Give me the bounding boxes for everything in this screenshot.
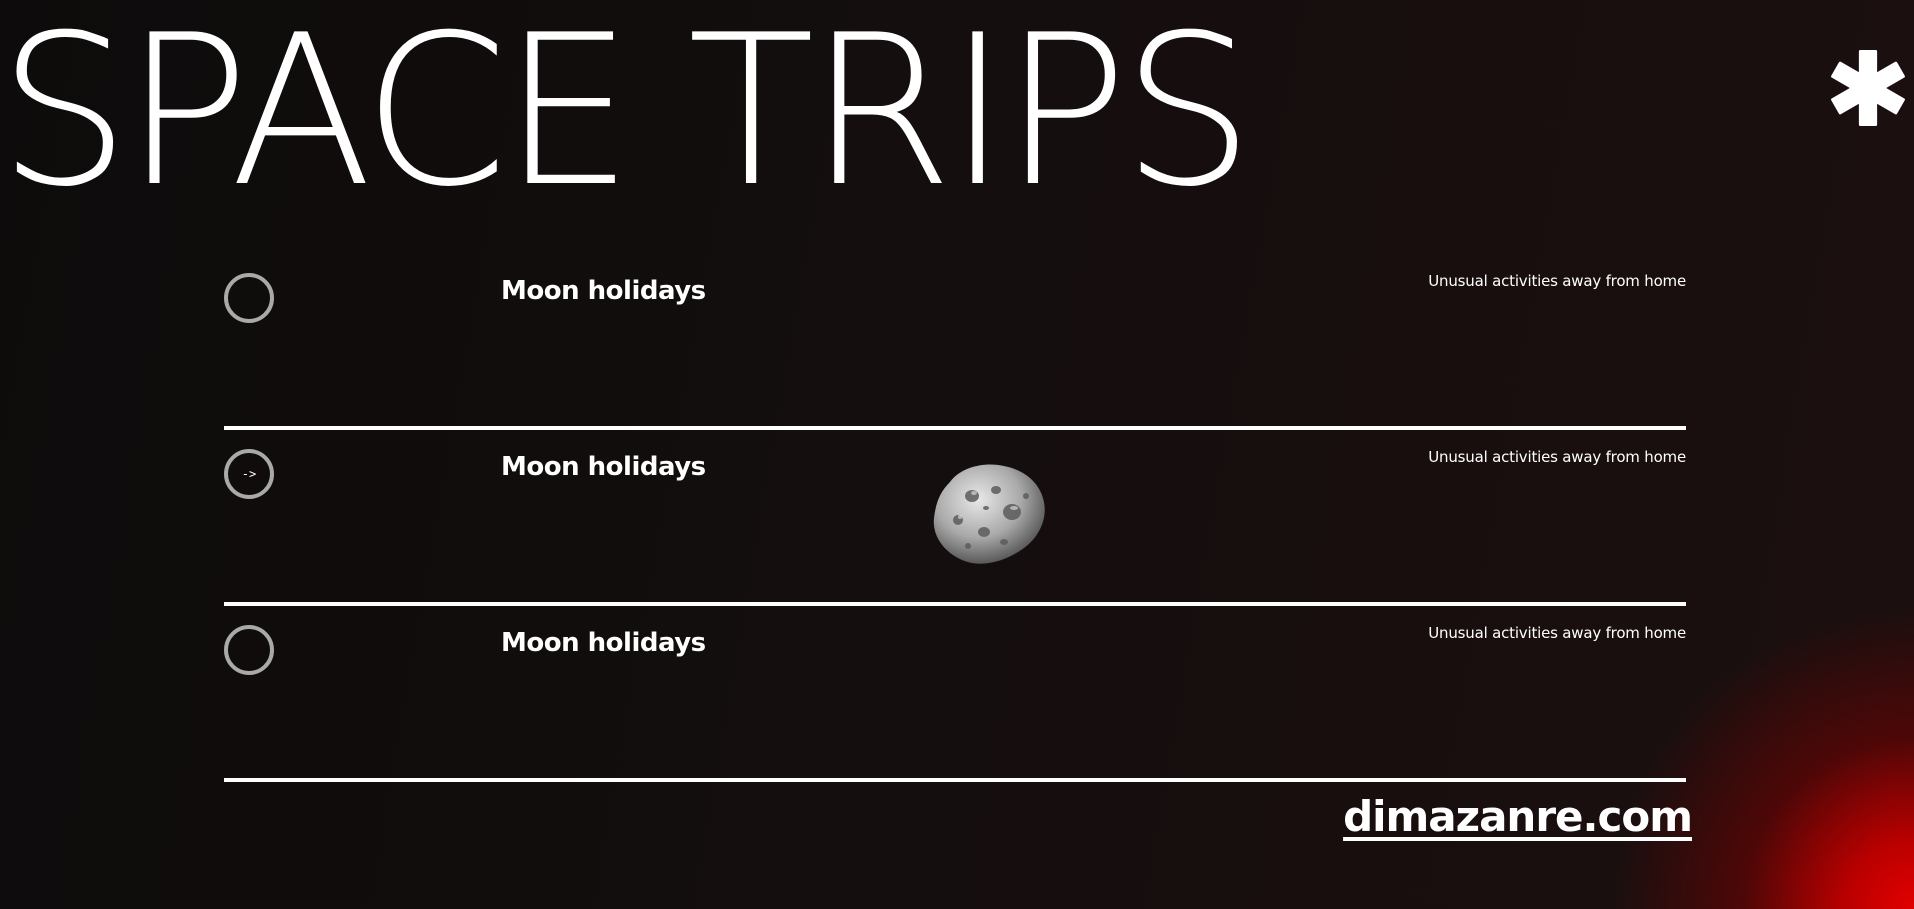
asteroid-image [933, 464, 1045, 564]
trip-row[interactable]: Moon holidays Unusual activities away fr… [224, 608, 1686, 782]
arrow-icon[interactable]: -> [224, 449, 274, 499]
trip-row[interactable]: Moon holidays Unusual activities away fr… [224, 256, 1686, 430]
page-title: SPACE TRIPS [0, 0, 1254, 233]
asterisk-icon[interactable] [1830, 50, 1906, 126]
trip-title: Moon holidays [501, 276, 706, 306]
trip-title: Moon holidays [501, 628, 706, 658]
circle-icon[interactable] [224, 625, 274, 675]
circle-icon[interactable] [224, 273, 274, 323]
trip-description: Unusual activities away from home [1428, 448, 1686, 466]
site-link[interactable]: dimazanre.com [1343, 792, 1693, 841]
trip-title: Moon holidays [501, 452, 706, 482]
trip-description: Unusual activities away from home [1428, 272, 1686, 290]
trip-description: Unusual activities away from home [1428, 624, 1686, 642]
